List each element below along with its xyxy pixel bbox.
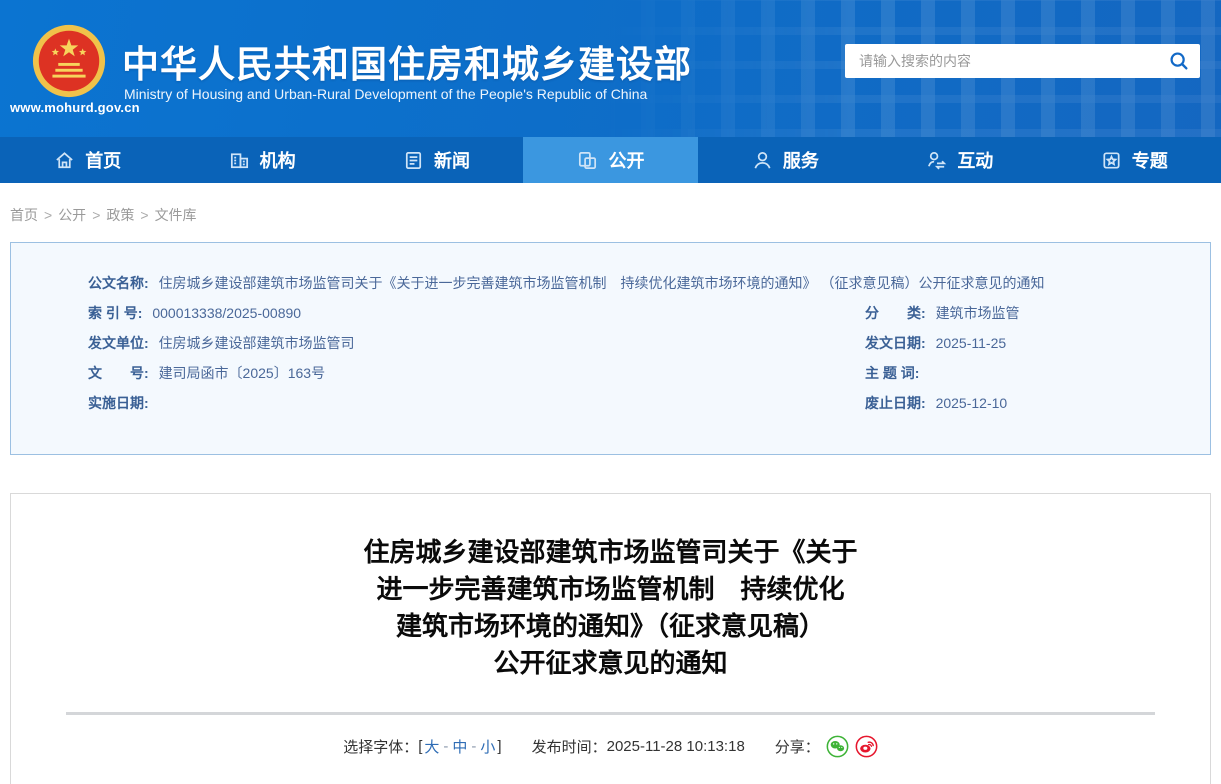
interaction-icon	[925, 149, 948, 172]
service-icon	[751, 149, 774, 172]
doc-keywords-label: 主 题 词:	[865, 365, 919, 381]
font-select-label: 选择字体：	[343, 736, 418, 757]
doc-category-row: 分 类: 建筑市场监管	[865, 298, 1170, 328]
article-meta-row: 选择字体： [ 大 - 中 - 小 ] 发布时间： 2025-11-28 10:…	[11, 735, 1210, 758]
nav-item-news[interactable]: 新闻	[349, 137, 523, 183]
doc-effective-date-row: 实施日期:	[88, 388, 865, 418]
doc-number-row: 文 号: 建司局函市〔2025〕163号	[88, 358, 865, 388]
share-label: 分享：	[775, 736, 820, 757]
breadcrumb-separator: >	[140, 207, 148, 223]
doc-index-label: 索 引 号:	[88, 305, 142, 321]
doc-index-value: 000013338/2025-00890	[152, 305, 301, 321]
doc-number-value: 建司局函市〔2025〕163号	[159, 365, 326, 381]
weibo-icon[interactable]	[855, 735, 878, 758]
bracket: [	[418, 738, 422, 755]
font-size-selector: 选择字体： [ 大 - 中 - 小 ]	[343, 736, 501, 757]
main-nav: 首页 机构 新闻 公开 服务 互动 专题	[0, 137, 1221, 183]
breadcrumb: 首页 > 公开 > 政策 > 文件库	[10, 207, 197, 223]
site-url: www.mohurd.gov.cn	[10, 100, 132, 115]
doc-info-grid: 索 引 号: 000013338/2025-00890 分 类: 建筑市场监管 …	[88, 298, 1170, 418]
site-subtitle: Ministry of Housing and Urban-Rural Deve…	[124, 86, 647, 102]
nav-label: 专题	[1132, 147, 1168, 173]
article-title-line: 公开征求意见的通知	[11, 645, 1210, 682]
bracket: ]	[497, 738, 501, 755]
title-divider	[66, 712, 1155, 715]
doc-issue-date-label: 发文日期:	[865, 335, 926, 351]
breadcrumb-disclosure[interactable]: 公开	[58, 207, 86, 223]
font-dash: -	[471, 738, 476, 755]
breadcrumb-separator: >	[92, 207, 100, 223]
doc-issuer-label: 发文单位:	[88, 335, 149, 351]
news-icon	[402, 149, 425, 172]
doc-keywords-row: 主 题 词:	[865, 358, 1170, 388]
nav-label: 首页	[85, 147, 121, 173]
nav-item-home[interactable]: 首页	[0, 137, 174, 183]
nav-item-topic[interactable]: 专题	[1047, 137, 1221, 183]
nav-item-interaction[interactable]: 互动	[872, 137, 1046, 183]
share-group: 分享：	[775, 735, 878, 758]
doc-index-row: 索 引 号: 000013338/2025-00890	[88, 298, 865, 328]
doc-name-label: 公文名称:	[88, 275, 149, 291]
nav-item-service[interactable]: 服务	[698, 137, 872, 183]
home-icon	[53, 149, 76, 172]
doc-issuer-row: 发文单位: 住房城乡建设部建筑市场监管司	[88, 328, 865, 358]
font-size-large[interactable]: 大	[424, 736, 439, 757]
site-header: www.mohurd.gov.cn 中华人民共和国住房和城乡建设部 Minist…	[0, 0, 1221, 137]
doc-effective-date-label: 实施日期:	[88, 395, 149, 411]
doc-issue-date-row: 发文日期: 2025-11-25	[865, 328, 1170, 358]
publish-time-label: 发布时间：	[532, 736, 607, 757]
publish-time-group: 发布时间： 2025-11-28 10:13:18	[532, 736, 745, 757]
search-box	[845, 44, 1200, 78]
doc-name-row: 公文名称: 住房城乡建设部建筑市场监管司关于《关于进一步完善建筑市场监管机制 持…	[88, 268, 1170, 298]
font-dash: -	[443, 738, 448, 755]
doc-repeal-date-label: 废止日期:	[865, 395, 926, 411]
doc-name-value: 住房城乡建设部建筑市场监管司关于《关于进一步完善建筑市场监管机制 持续优化建筑市…	[159, 275, 1045, 291]
article-title-line: 住房城乡建设部建筑市场监管司关于《关于	[11, 534, 1210, 571]
search-input[interactable]	[859, 53, 1168, 69]
article-title: 住房城乡建设部建筑市场监管司关于《关于 进一步完善建筑市场监管机制 持续优化 建…	[11, 534, 1210, 682]
breadcrumb-separator: >	[44, 207, 52, 223]
search-icon[interactable]	[1168, 50, 1190, 72]
site-title: 中华人民共和国住房和城乡建设部	[122, 34, 692, 88]
publish-time-value: 2025-11-28 10:13:18	[607, 738, 745, 755]
doc-issuer-value: 住房城乡建设部建筑市场监管司	[159, 335, 355, 351]
article-title-line: 建筑市场环境的通知》（征求意见稿）	[11, 608, 1210, 645]
doc-issue-date-value: 2025-11-25	[936, 335, 1007, 351]
doc-repeal-date-value: 2025-12-10	[936, 395, 1008, 411]
nav-label: 新闻	[434, 147, 470, 173]
document-info-box: 公文名称: 住房城乡建设部建筑市场监管司关于《关于进一步完善建筑市场监管机制 持…	[10, 242, 1211, 455]
nav-label: 机构	[260, 147, 296, 173]
breadcrumb-home[interactable]: 首页	[10, 207, 38, 223]
breadcrumb-library[interactable]: 文件库	[155, 207, 197, 223]
topic-icon	[1100, 149, 1123, 172]
nav-label: 公开	[608, 147, 644, 173]
article-card: 住房城乡建设部建筑市场监管司关于《关于 进一步完善建筑市场监管机制 持续优化 建…	[10, 493, 1211, 784]
organization-icon	[228, 149, 251, 172]
article-title-line: 进一步完善建筑市场监管机制 持续优化	[11, 571, 1210, 608]
doc-category-value: 建筑市场监管	[936, 305, 1020, 321]
national-emblem-icon	[30, 22, 108, 100]
nav-item-organization[interactable]: 机构	[174, 137, 348, 183]
font-size-medium[interactable]: 中	[452, 736, 467, 757]
nav-label: 互动	[957, 147, 993, 173]
doc-category-label: 分 类:	[865, 305, 926, 321]
breadcrumb-policy[interactable]: 政策	[106, 207, 134, 223]
doc-number-label: 文 号:	[88, 365, 149, 381]
doc-repeal-date-row: 废止日期: 2025-12-10	[865, 388, 1170, 418]
wechat-icon[interactable]	[826, 735, 849, 758]
disclosure-icon	[576, 149, 599, 172]
nav-label: 服务	[783, 147, 819, 173]
font-size-small[interactable]: 小	[480, 736, 495, 757]
breadcrumb-bar: 首页 > 公开 > 政策 > 文件库	[0, 183, 1221, 242]
nav-item-disclosure[interactable]: 公开	[523, 137, 697, 183]
